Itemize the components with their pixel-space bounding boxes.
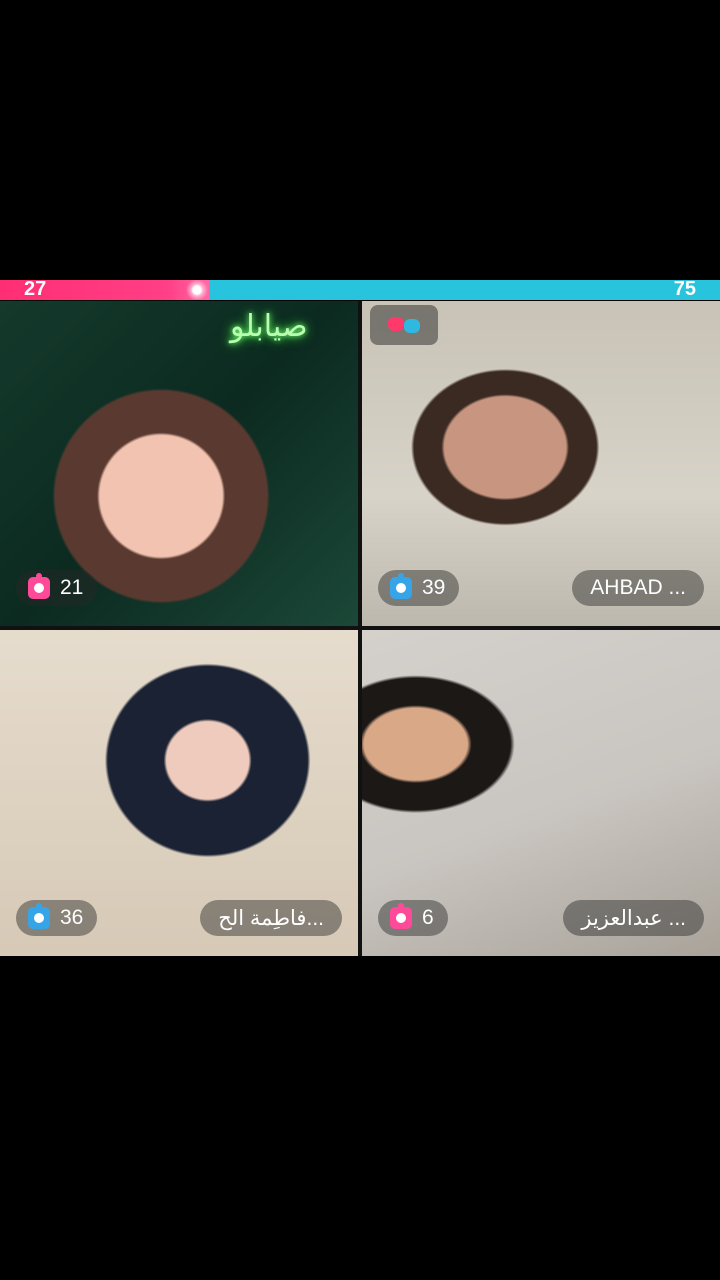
battle-score-bar: 27 75 [0,280,720,300]
neon-sign-decoration: ﺻﻴﺎﺑﻠﻮ [230,309,308,344]
gift-count-badge: 6 [378,900,448,936]
participant-name[interactable]: فاطِمة الح... [200,900,342,936]
gift-icon [390,903,412,929]
participant-tile-4[interactable]: 6 عبدالعزيز ... [362,630,720,956]
participant-tile-1[interactable]: ﺻﻴﺎﺑﻠﻮ 21 [0,301,358,626]
participant-name[interactable]: عبدالعزيز ... [563,900,704,936]
gift-count: 36 [60,906,84,929]
gift-count-badge: 39 [378,570,460,606]
gift-count: 6 [422,906,434,929]
score-spark-icon [185,280,215,300]
gift-icon [28,903,50,929]
gift-icon [28,573,50,599]
participant-name-label: فاطِمة الح... [218,906,324,930]
boxing-gloves-icon [370,305,438,345]
right-team-score: 75 [673,280,696,300]
participant-tile-2[interactable]: 39 AHBAD ... [362,301,720,626]
gift-count: 39 [422,576,446,599]
gift-count-badge: 36 [16,900,98,936]
gift-count: 21 [60,576,84,599]
left-team-score: 27 [24,280,47,300]
live-video-grid: ﺻﻴﺎﺑﻠﻮ 21 39 AHBAD ... 36 فاطِمة الح... [0,301,720,956]
participant-tile-3[interactable]: 36 فاطِمة الح... [0,630,358,956]
gift-icon [390,573,412,599]
participant-name[interactable]: AHBAD ... [572,570,704,606]
gift-count-badge: 21 [16,570,98,606]
participant-name-label: عبدالعزيز ... [581,906,686,930]
participant-name-label: AHBAD ... [590,576,686,599]
